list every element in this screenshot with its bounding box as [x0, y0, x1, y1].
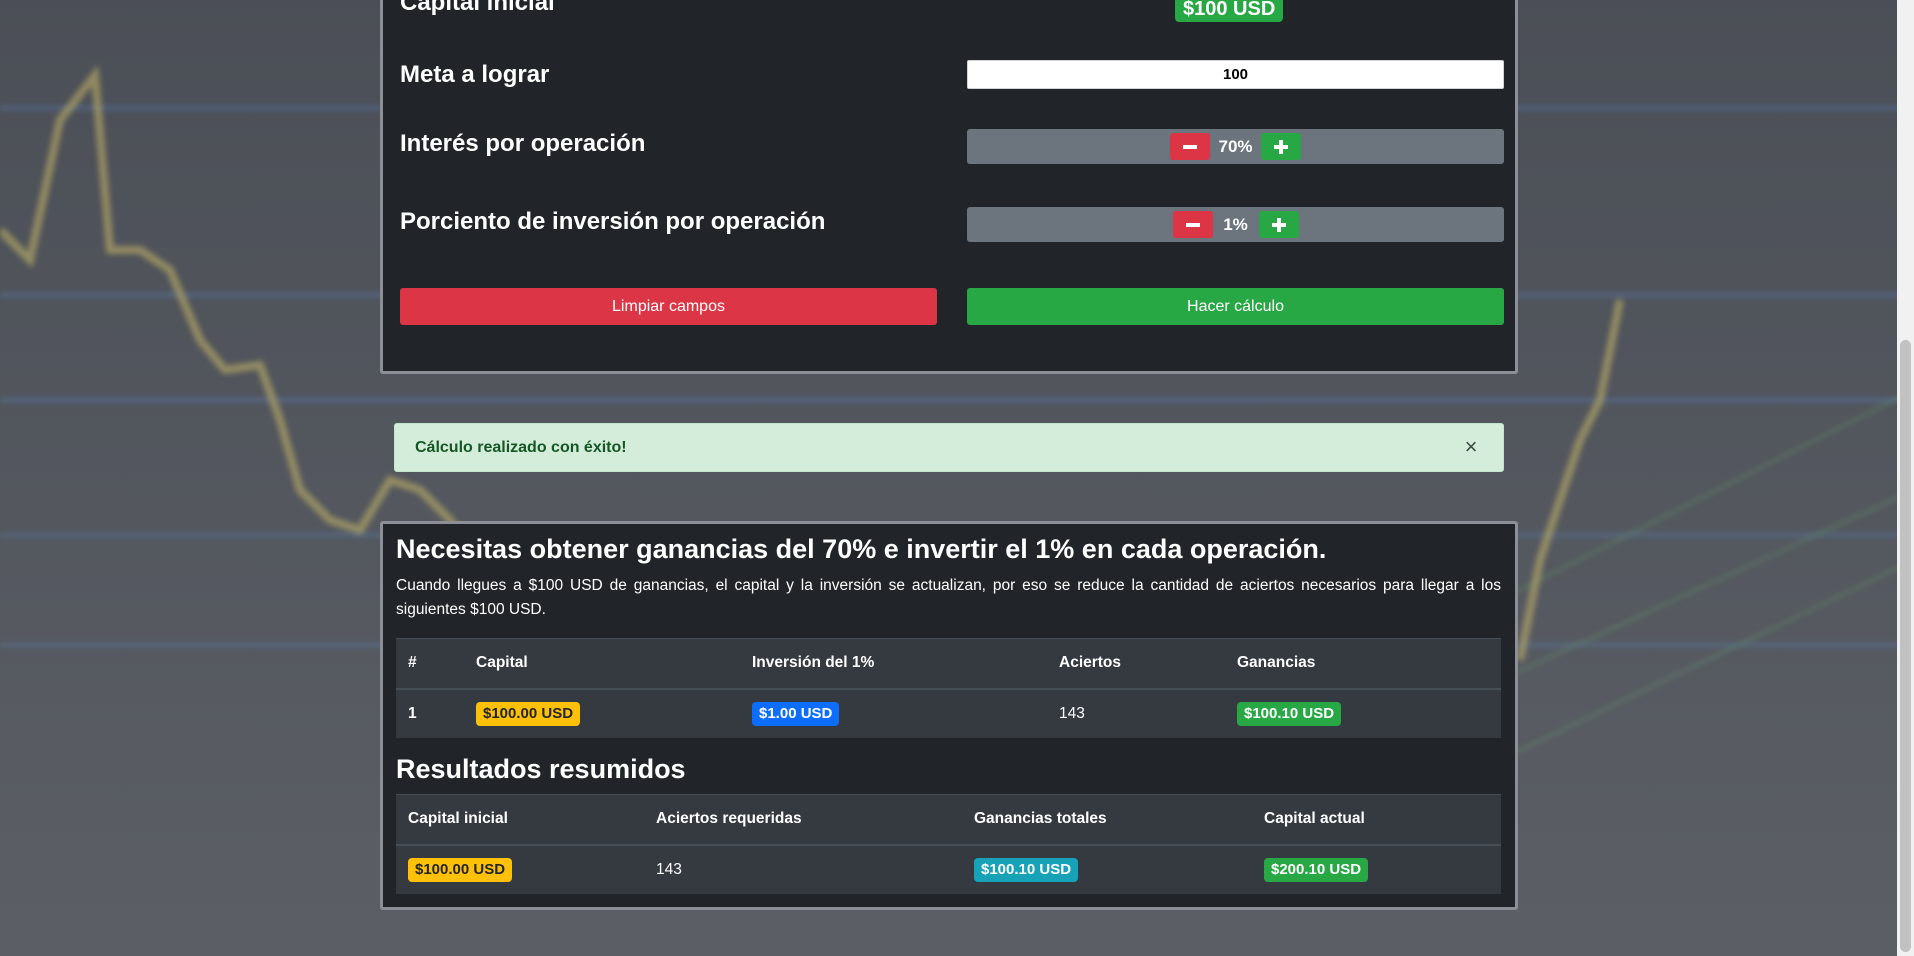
capital-cell: $100.00 USD: [464, 688, 740, 738]
capital-actual-badge: $200.10 USD: [1264, 857, 1369, 882]
row-number: 1: [396, 688, 464, 738]
results-title: Necesitas obtener ganancias del 70% e in…: [396, 534, 1327, 564]
summary-capital-actual-cell: $200.10 USD: [1252, 844, 1501, 894]
minus-icon: [1183, 144, 1198, 149]
table-row: $100.00 USD 143 $100.10 USD $200.10 USD: [396, 844, 1501, 894]
summary-title: Resultados resumidos: [396, 754, 686, 784]
success-alert: Cálculo realizado con éxito! ×: [394, 423, 1504, 472]
porciento-increase-button[interactable]: [1258, 211, 1299, 238]
interes-stepper: 70%: [967, 129, 1504, 164]
capital-label: Capital inicial: [400, 0, 555, 16]
summary-ganancias-cell: $100.10 USD: [962, 844, 1252, 894]
column-header: Ganancias totales: [962, 794, 1252, 846]
alert-message: Cálculo realizado con éxito!: [415, 438, 627, 456]
column-header: Aciertos requeridas: [644, 794, 962, 846]
results-description: Cuando llegues a $100 USD de ganancias, …: [396, 577, 1501, 618]
scrollbar[interactable]: [1897, 0, 1914, 956]
summary-capital-cell: $100.00 USD: [396, 844, 644, 894]
scrollbar-thumb[interactable]: [1900, 340, 1911, 952]
close-icon[interactable]: ×: [1461, 436, 1481, 458]
calculate-button[interactable]: Hacer cálculo: [967, 288, 1504, 325]
aciertos-cell: 143: [1047, 688, 1225, 738]
minus-icon: [1185, 222, 1200, 227]
column-header: Capital: [464, 638, 740, 690]
capital-value-badge: $100 USD: [1175, 0, 1284, 22]
interes-decrease-button[interactable]: [1170, 133, 1211, 160]
interes-increase-button[interactable]: [1260, 133, 1301, 160]
table-header-row: Capital inicial Aciertos requeridas Gana…: [396, 794, 1501, 846]
porciento-stepper: 1%: [967, 207, 1504, 242]
plus-icon: [1271, 217, 1286, 232]
porciento-value: 1%: [1223, 214, 1248, 234]
column-header: Inversión del 1%: [740, 638, 1047, 690]
ganancias-badge: $100.10 USD: [1237, 701, 1342, 726]
meta-input[interactable]: 100: [967, 60, 1504, 89]
interes-label: Interés por operación: [400, 130, 646, 157]
calculator-form-card: Capital inicial $100 USD Meta a lograr 1…: [380, 0, 1518, 374]
inversion-cell: $1.00 USD: [740, 688, 1047, 738]
capital-inicial-badge: $100.00 USD: [408, 857, 513, 882]
operations-table: # Capital Inversión del 1% Aciertos Gana…: [396, 638, 1501, 738]
meta-label: Meta a lograr: [400, 61, 550, 88]
summary-table: Capital inicial Aciertos requeridas Gana…: [396, 794, 1501, 894]
column-header: Capital inicial: [396, 794, 644, 846]
results-card: Necesitas obtener ganancias del 70% e in…: [380, 521, 1518, 910]
ganancias-cell: $100.10 USD: [1225, 688, 1501, 738]
column-header: Ganancias: [1225, 638, 1501, 690]
column-header: Aciertos: [1047, 638, 1225, 690]
column-header: #: [396, 638, 464, 690]
clear-fields-button[interactable]: Limpiar campos: [400, 288, 937, 325]
interes-value: 70%: [1218, 136, 1253, 156]
table-row: 1 $100.00 USD $1.00 USD 143 $100.10 USD: [396, 688, 1501, 738]
column-header: Capital actual: [1252, 794, 1501, 846]
table-header-row: # Capital Inversión del 1% Aciertos Gana…: [396, 638, 1501, 690]
inversion-badge: $1.00 USD: [752, 701, 840, 726]
summary-aciertos-cell: 143: [644, 844, 962, 894]
ganancias-totales-badge: $100.10 USD: [974, 857, 1079, 882]
capital-badge: $100.00 USD: [476, 701, 581, 726]
porciento-label: Porciento de inversión por operación: [400, 208, 826, 235]
porciento-decrease-button[interactable]: [1172, 211, 1213, 238]
plus-icon: [1273, 139, 1288, 154]
